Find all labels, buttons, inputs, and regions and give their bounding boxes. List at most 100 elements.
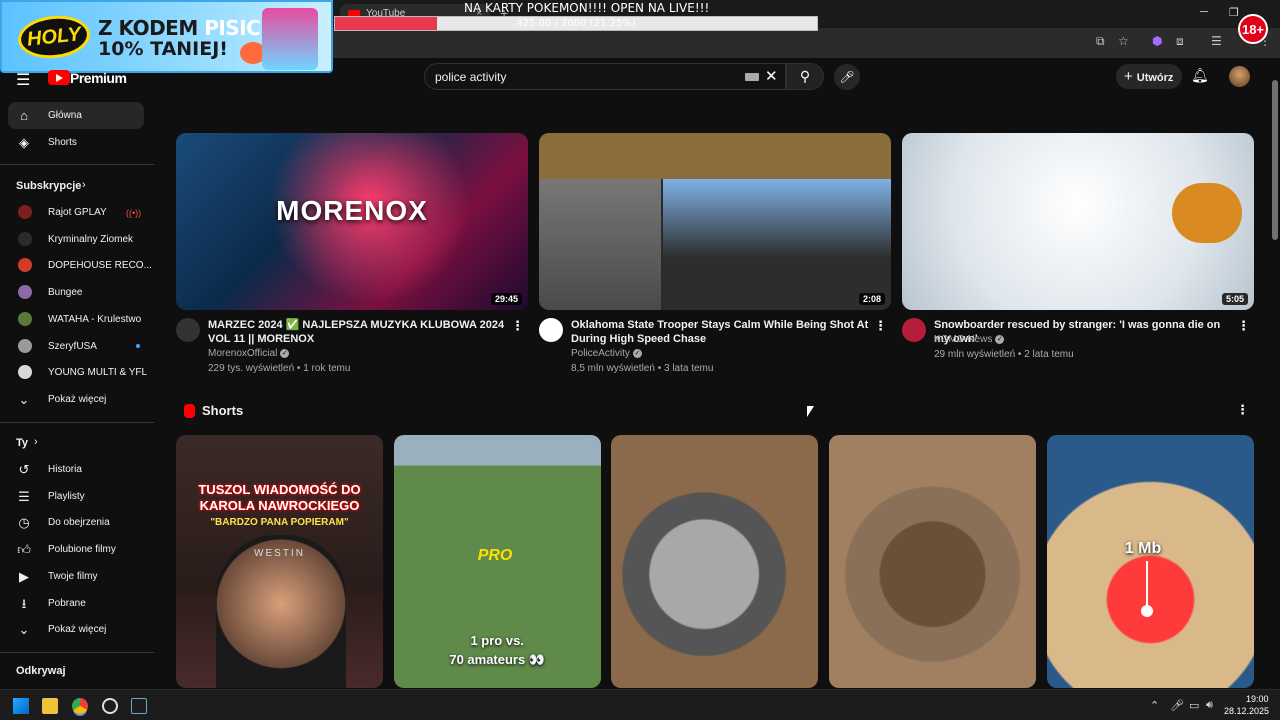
mic-tray-icon[interactable]: 🎤︎ [1170, 699, 1184, 712]
account-avatar[interactable] [1229, 66, 1250, 87]
channel-avatar [18, 365, 32, 380]
video-title[interactable]: MARZEC 2024 ✅ NAJLEPSZA MUZYKA KLUBOWA 2… [208, 318, 508, 346]
sidebar-item-channel[interactable]: DOPEHOUSE RECO... [8, 252, 152, 279]
sidebar-item-channel[interactable]: YOUNG MULTI & YFL [8, 359, 147, 386]
reading-list-icon[interactable]: ☰ [1211, 34, 1222, 48]
verified-icon: ✓ [995, 334, 1005, 344]
notifications-bell-icon[interactable]: 🔔︎ [1191, 67, 1209, 84]
sidebar-item-channel[interactable]: SzeryfUSA [8, 333, 144, 360]
tray-chevron-icon[interactable]: ⌃ [1150, 699, 1159, 712]
sidebar-item-polubione-filmy[interactable]: 👍︎ Polubione filmy [8, 536, 144, 563]
bookmark-star-icon[interactable]: ☆ [1118, 34, 1129, 48]
terminal-icon[interactable] [131, 698, 147, 714]
chevron-right-icon[interactable]: › [34, 436, 38, 448]
channel-avatar[interactable] [176, 318, 200, 342]
short-card[interactable] [829, 435, 1037, 688]
sidebar-item-historia[interactable]: ↺ Historia [8, 456, 144, 483]
video-duration: 2:08 [858, 293, 885, 305]
voice-search-button[interactable]: 🎤︎ [834, 64, 860, 90]
sidebar-item-channel[interactable]: Rajot GPLAY ((•)) [8, 199, 144, 226]
sidebar-item-pobrane[interactable]: ⭳ Pobrane [8, 590, 144, 617]
show-more-button[interactable]: ⌄ Pokaż więcej [8, 616, 144, 643]
chrome-icon[interactable] [72, 698, 88, 714]
channel-name-text: MorenoxOfficial [208, 348, 278, 359]
sidebar-item-label: Główna [48, 110, 82, 121]
sidebar-item-g-wna[interactable]: ⌂ Główna [8, 102, 144, 129]
app-icon[interactable] [102, 698, 118, 714]
sidebar-item-channel[interactable]: Bungee [8, 279, 144, 306]
video-title[interactable]: Oklahoma State Trooper Stays Calm While … [571, 318, 871, 346]
menu-icon[interactable]: ☰ [16, 70, 30, 90]
sidebar-item-channel[interactable]: WATAHA - Krulestwo [8, 306, 144, 333]
ad-discount: 10% TANIEJ! [98, 38, 228, 60]
channel-name[interactable]: MorenoxOfficial ✓ [208, 348, 290, 359]
verified-icon: ✓ [280, 348, 290, 358]
sidebar-item-channel[interactable]: Kryminalny Ziomek [8, 226, 144, 253]
video-meta: 229 tys. wyświetleń • 1 rok temu [208, 363, 351, 374]
sidebar-item-twoje-filmy[interactable]: ▶ Twoje filmy [8, 563, 144, 590]
chevron-down-icon: ⌄ [18, 392, 30, 407]
live-indicator-icon: ((•)) [126, 208, 142, 218]
video-thumbnail[interactable]: MORENOX 29:45 [176, 133, 528, 310]
keyboard-icon[interactable] [745, 73, 759, 81]
video-card[interactable]: MORENOX 29:45 MARZEC 2024 ✅ NAJLEPSZA MUZY… [176, 133, 528, 383]
channel-avatar [18, 338, 32, 353]
scrollbar[interactable] [1270, 60, 1280, 690]
channel-avatar[interactable] [539, 318, 563, 342]
show-more-button[interactable]: ⌄ Pokaż więcej [8, 386, 144, 413]
channel-avatar [18, 311, 32, 326]
chevron-right-icon[interactable]: › [82, 179, 86, 191]
file-explorer-icon[interactable] [42, 698, 58, 714]
video-meta: 29 mln wyświetleń • 2 lata temu [934, 349, 1074, 360]
short-card[interactable] [611, 435, 819, 688]
sidebar-item-label: DOPEHOUSE RECO... [48, 260, 152, 272]
video-thumbnail[interactable]: 5:05 [902, 133, 1254, 310]
youtube-logo-icon[interactable] [48, 70, 70, 85]
thumbnail-right-panel [663, 179, 891, 310]
youtube-brand[interactable]: Premium [70, 70, 127, 86]
sidebar-item-playlisty[interactable]: ☰ Playlisty [8, 483, 144, 510]
subscriptions-heading[interactable]: Subskrypcje [16, 180, 81, 192]
search-value[interactable]: police activity [435, 70, 506, 84]
clear-search-icon[interactable]: ✕ [765, 67, 778, 85]
shorts-more-icon[interactable]: ⋮ [1236, 402, 1249, 418]
thumbnail-overlay-text: MORENOX [276, 195, 428, 226]
clock-time[interactable]: 19:00 [1246, 694, 1269, 704]
video-card[interactable]: 2:08 Oklahoma State Trooper Stays Calm Wh… [539, 133, 891, 383]
age-badge: 18+ [1238, 14, 1268, 44]
short-card[interactable]: 1 Mb [1046, 435, 1254, 688]
scrollbar-thumb[interactable] [1272, 80, 1278, 240]
video-card[interactable]: 5:05 Snowboarder rescued by stranger: 'I … [902, 133, 1254, 383]
sidebar-divider [0, 422, 154, 423]
maximize-icon[interactable]: ❐ [1229, 6, 1239, 19]
sidebar-divider [0, 164, 154, 165]
more-actions-icon[interactable]: ⋮ [511, 318, 524, 334]
channel-avatar[interactable] [902, 318, 926, 342]
minimize-icon[interactable]: ─ [1200, 6, 1208, 18]
short-card[interactable]: PRO 1 pro vs. 70 amateurs 👀 [393, 435, 601, 688]
clock-date[interactable]: 28.12.2025 [1224, 706, 1269, 716]
short-caption-1: 1 Mb [1124, 540, 1162, 557]
extension-icon[interactable]: ⬢ [1152, 34, 1162, 48]
more-actions-icon[interactable]: ⋮ [1237, 318, 1250, 334]
create-label: Utwórz [1136, 72, 1174, 84]
channel-name[interactable]: KOMO News ✓ [934, 334, 1005, 345]
show-more-label: Pokaż więcej [48, 394, 107, 405]
network-icon[interactable]: ▭ [1189, 699, 1199, 712]
channel-name[interactable]: PoliceActivity ✓ [571, 348, 642, 359]
create-button[interactable]: + Utwórz [1116, 64, 1182, 89]
search-input[interactable]: police activity ✕ [424, 63, 786, 90]
sidebar-item-shorts[interactable]: ◈ Shorts [8, 129, 144, 156]
sidebar-item-label: Bungee [48, 287, 83, 299]
search-button[interactable]: ⚲ [786, 63, 824, 90]
windows-start-icon[interactable] [13, 698, 29, 714]
more-actions-icon[interactable]: ⋮ [874, 318, 887, 334]
new-content-dot [136, 343, 140, 348]
you-heading[interactable]: Ty [16, 437, 28, 449]
volume-icon[interactable]: 🔊︎ [1206, 699, 1213, 712]
extensions-puzzle-icon[interactable]: ⧈ [1176, 34, 1184, 48]
cast-icon[interactable]: ⧉ [1096, 34, 1105, 48]
sidebar-item-do-obejrzenia[interactable]: ◷ Do obejrzenia [8, 509, 144, 536]
short-card[interactable]: TUSZOL WIADOMOŚĆ DO KAROLA NAWROCKIEGO "BA… [176, 435, 383, 688]
video-thumbnail[interactable]: 2:08 [539, 133, 891, 310]
